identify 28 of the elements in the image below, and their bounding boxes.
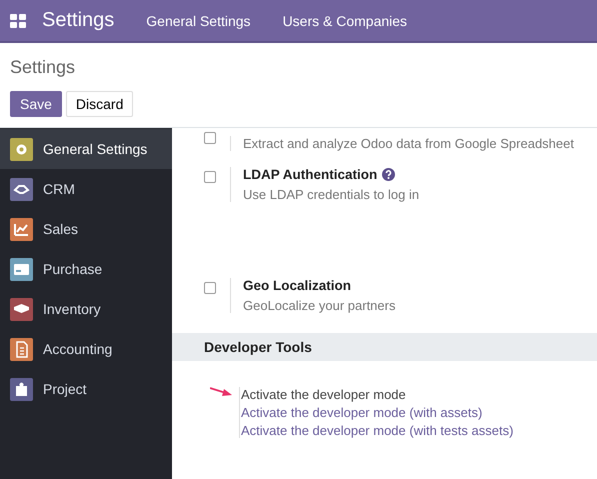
breadcrumb: Settings bbox=[10, 57, 76, 78]
sidebar-item[interactable]: Purchase bbox=[0, 249, 172, 289]
setting-title: LDAP Authentication bbox=[243, 167, 378, 182]
sidebar-item[interactable]: Sales bbox=[0, 209, 172, 249]
apps-grid-icon[interactable] bbox=[10, 14, 26, 28]
sidebar-item[interactable]: Project bbox=[0, 369, 172, 409]
discard-button[interactable]: Discard bbox=[66, 91, 134, 117]
developer-mode-link[interactable]: Activate the developer mode bbox=[240, 387, 514, 402]
annotation-arrow bbox=[210, 387, 232, 397]
setting-title: Geo Localization bbox=[243, 278, 352, 293]
navbar-menu[interactable]: Users & Companies bbox=[282, 12, 408, 28]
navbar-menu[interactable]: General Settings bbox=[146, 12, 251, 28]
help-icon[interactable] bbox=[382, 168, 396, 181]
sidebar-item[interactable]: Inventory bbox=[0, 289, 172, 329]
developer-mode-link[interactable]: Activate the developer mode (with assets) bbox=[240, 405, 514, 420]
developer-mode-link[interactable]: Activate the developer mode (with tests assets) bbox=[240, 423, 514, 438]
setting-description: GeoLocalize your partners bbox=[243, 298, 396, 313]
app-title: Settings bbox=[42, 9, 114, 32]
checkbox[interactable] bbox=[204, 171, 216, 183]
sidebar-item[interactable]: Accounting bbox=[0, 329, 172, 369]
sidebar-item[interactable]: CRM bbox=[0, 169, 172, 209]
section-title: Developer Tools bbox=[204, 339, 312, 355]
setting-description: Use LDAP credentials to log in bbox=[243, 187, 420, 202]
sidebar-item[interactable]: General Settings bbox=[0, 129, 172, 169]
checkbox[interactable] bbox=[204, 282, 216, 294]
setting-description: Extract and analyze Odoo data from Google Spreadsheet bbox=[243, 136, 574, 151]
checkbox[interactable] bbox=[204, 132, 216, 144]
save-button[interactable]: Save bbox=[10, 91, 62, 117]
